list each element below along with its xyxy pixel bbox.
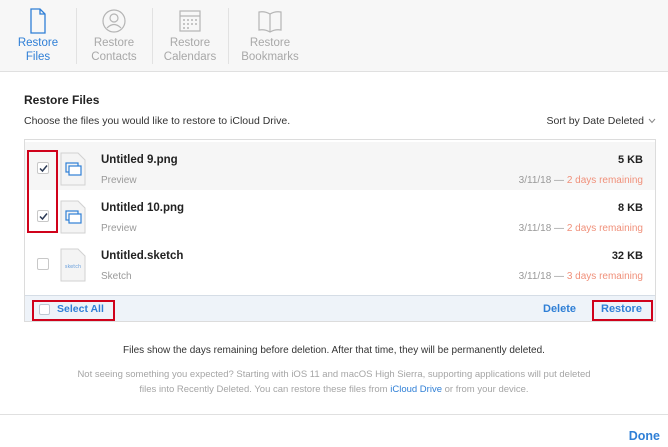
sketch-file-icon: sketch [60, 248, 86, 282]
preview-file-icon [60, 200, 86, 234]
list-item[interactable]: Untitled 10.png Preview 8 KB 3/11/18 — 2… [25, 190, 655, 238]
days-remaining: 2 days remaining [566, 223, 643, 234]
file-size: 8 KB [617, 202, 643, 214]
tab-label: Restore Contacts [91, 37, 137, 63]
file-name: Untitled 10.png [101, 202, 185, 214]
restore-toolbar: Restore Files Restore Contacts Restore C… [0, 0, 668, 72]
footer: Done [0, 414, 668, 447]
help-tip: Not seeing something you expected? Start… [77, 369, 591, 395]
document-icon [30, 8, 46, 34]
file-date: 3/11/18 — 3 days remaining [518, 271, 643, 282]
file-name: Untitled.sketch [101, 250, 184, 262]
file-kind: Preview [101, 223, 137, 234]
file-date: 3/11/18 — 2 days remaining [518, 175, 643, 186]
icloud-drive-link[interactable]: iCloud Drive [390, 384, 442, 395]
days-remaining: 3 days remaining [566, 271, 643, 282]
file-size: 32 KB [611, 250, 643, 262]
tab-restore-files[interactable]: Restore Files [0, 0, 76, 72]
highlight-box-select-all [32, 300, 115, 321]
section-description: Choose the files you would like to resto… [24, 115, 291, 127]
book-icon [258, 11, 282, 33]
deletion-notice: Files show the days remaining before del… [123, 345, 545, 356]
list-item[interactable]: sketch Untitled.sketch Sketch 32 KB 3/11… [25, 238, 655, 286]
file-list: Untitled 9.png Preview 5 KB 3/11/18 — 2 … [24, 139, 656, 322]
file-size: 5 KB [617, 154, 643, 166]
file-date: 3/11/18 — 2 days remaining [518, 223, 643, 234]
days-remaining: 2 days remaining [566, 175, 643, 186]
svg-text:sketch: sketch [65, 264, 81, 270]
highlight-box-restore [592, 300, 653, 321]
file-kind: Preview [101, 175, 137, 186]
action-bar: Select All Delete Restore [25, 295, 655, 321]
list-item[interactable]: Untitled 9.png Preview 5 KB 3/11/18 — 2 … [25, 142, 655, 190]
sort-label: Sort by Date Deleted [546, 115, 644, 127]
file-kind: Sketch [101, 271, 132, 282]
delete-button[interactable]: Delete [543, 303, 576, 315]
file-checkbox[interactable] [37, 258, 49, 270]
preview-file-icon [60, 152, 86, 186]
chevron-down-icon [648, 118, 656, 124]
calendar-icon [179, 10, 201, 32]
done-button[interactable]: Done [629, 429, 660, 443]
highlight-box-checkboxes [27, 150, 58, 233]
tab-label: Restore Calendars [163, 37, 217, 63]
tab-label: Restore Bookmarks [241, 37, 299, 63]
tab-label: Restore Files [17, 37, 59, 63]
file-name: Untitled 9.png [101, 154, 178, 166]
sort-dropdown[interactable]: Sort by Date Deleted [547, 115, 656, 127]
contact-icon [102, 9, 126, 33]
section-title: Restore Files [24, 93, 100, 107]
tab-restore-calendars[interactable]: Restore Calendars [152, 0, 228, 72]
tab-restore-bookmarks[interactable]: Restore Bookmarks [228, 0, 312, 72]
tab-restore-contacts[interactable]: Restore Contacts [76, 0, 152, 72]
